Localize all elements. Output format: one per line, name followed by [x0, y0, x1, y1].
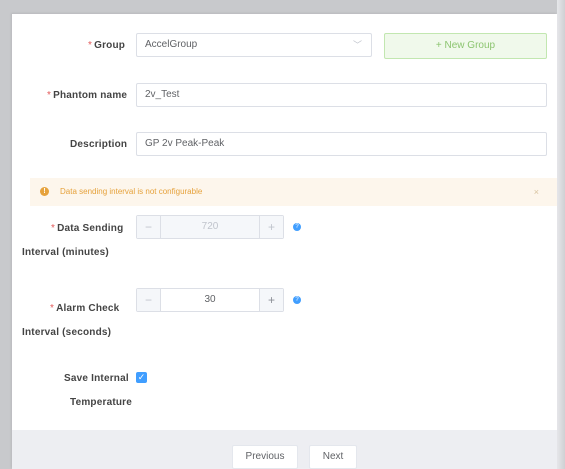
window-frame-top	[0, 0, 565, 14]
save-temperature-label-line2: Temperature	[70, 397, 133, 408]
next-button[interactable]: Next	[309, 445, 357, 469]
data-sending-value: 720	[201, 221, 219, 232]
phantom-name-label: * Phantom name	[47, 90, 128, 101]
increment-button[interactable]: +	[259, 289, 283, 311]
group-select[interactable]: AccelGroup ﹀	[136, 33, 372, 57]
increment-button: +	[259, 216, 283, 238]
save-temperature-checkbox[interactable]: ✓	[136, 372, 147, 383]
info-alert: Data sending interval is not configurabl…	[30, 178, 557, 206]
data-sending-label: * Data Sending	[51, 223, 124, 234]
data-sending-label-unit: Interval (minutes)	[22, 247, 109, 258]
window-frame-left	[0, 0, 12, 469]
data-sending-stepper: − 720 +	[136, 215, 284, 239]
alarm-check-stepper[interactable]: − 30 +	[136, 288, 284, 312]
chevron-down-icon: ﹀	[352, 40, 362, 50]
alarm-check-value[interactable]: 30	[161, 289, 259, 311]
save-temperature-label: Save Internal	[64, 373, 129, 384]
window-frame-right	[557, 0, 565, 469]
previous-button[interactable]: Previous	[232, 445, 298, 469]
help-icon[interactable]: ?	[293, 223, 301, 231]
decrement-button[interactable]: −	[137, 289, 161, 311]
alarm-check-label-unit: Interval (seconds)	[22, 327, 112, 338]
alarm-check-label: * Alarm Check	[50, 303, 120, 314]
phantom-name-input[interactable]: 2v_Test	[136, 83, 547, 107]
new-group-button[interactable]: + New Group	[384, 33, 547, 59]
description-label: Description	[70, 139, 128, 150]
description-input[interactable]: GP 2v Peak-Peak	[136, 132, 547, 156]
help-icon[interactable]: ?	[293, 296, 301, 304]
close-icon[interactable]: ×	[534, 178, 539, 206]
group-label: * Group	[88, 40, 126, 51]
alert-text: Data sending interval is not configurabl…	[60, 187, 203, 196]
checkmark-icon: ✓	[137, 372, 146, 382]
decrement-button: −	[137, 216, 161, 238]
group-select-value: AccelGroup	[145, 39, 198, 50]
warning-icon: !	[40, 187, 49, 196]
